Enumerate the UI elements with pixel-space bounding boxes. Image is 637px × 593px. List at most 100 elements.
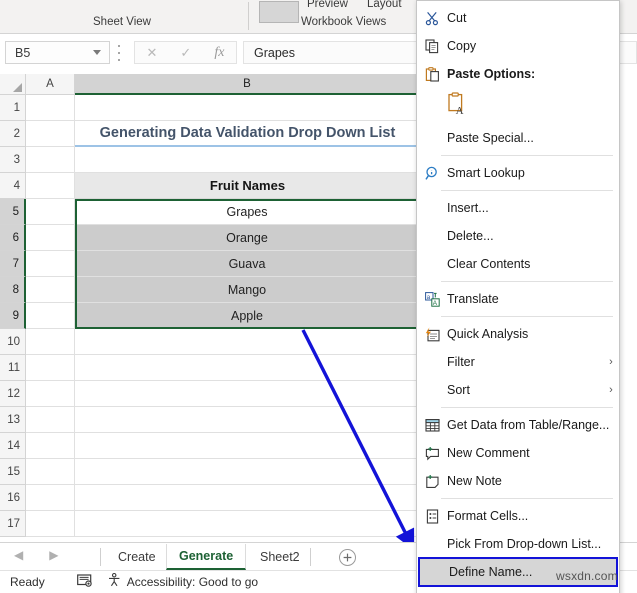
cell-a13[interactable] [26,407,75,433]
cell-context-menu[interactable]: Cut Copy Paste Options: A Paste Special.… [416,0,620,593]
row-header-3[interactable]: 3 [0,147,26,173]
cell-b17[interactable] [75,511,420,537]
row-header-8[interactable]: 8 [0,277,26,303]
cell-b10[interactable] [75,329,420,355]
cell-a12[interactable] [26,381,75,407]
select-all-corner[interactable] [0,74,26,95]
context-menu-item-copy[interactable]: Copy [417,32,619,60]
fx-icon[interactable]: fx [214,45,224,60]
context-menu-label-delete: Delete... [447,229,494,243]
ribbon-preview-label[interactable]: Preview [307,0,348,10]
ribbon-layout-label[interactable]: Layout [367,0,402,10]
page-break-preview-button[interactable] [259,1,299,23]
row-header-13[interactable]: 13 [0,407,26,433]
row-header-16[interactable]: 16 [0,485,26,511]
context-menu-item-format-cells[interactable]: Format Cells... [417,502,619,530]
context-menu-label-clear-contents: Clear Contents [447,257,531,271]
cell-a5[interactable] [26,199,75,225]
context-menu-item-link[interactable]: Link › [417,586,619,593]
cell-a3[interactable] [26,147,75,173]
cell-b16[interactable] [75,485,420,511]
column-header-a[interactable]: A [26,74,75,95]
context-menu-item-cut[interactable]: Cut [417,4,619,32]
context-menu-item-paste-special[interactable]: Paste Special... [417,124,619,152]
row-header-1[interactable]: 1 [0,95,26,121]
sheet-tab-create[interactable]: Create [106,544,168,570]
paste-text-icon[interactable]: A [447,91,469,121]
cell-b1[interactable] [75,95,420,121]
cell-a1[interactable] [26,95,75,121]
accessibility-status-text[interactable]: Accessibility: Good to go [127,575,258,589]
context-menu-item-translate[interactable]: a A Translate [417,285,619,313]
row-header-5[interactable]: 5 [0,199,26,225]
context-menu-item-new-comment[interactable]: New Comment [417,439,619,467]
context-menu-item-filter[interactable]: Filter › [417,348,619,376]
context-menu-separator-5 [441,407,613,408]
column-header-b[interactable]: B [75,74,420,95]
row-header-6[interactable]: 6 [0,225,26,251]
macro-record-icon[interactable] [76,573,93,591]
context-menu-item-clear-contents[interactable]: Clear Contents [417,250,619,278]
cell-a11[interactable] [26,355,75,381]
cell-a7[interactable] [26,251,75,277]
context-menu-item-get-data-from-table[interactable]: Get Data from Table/Range... [417,411,619,439]
row-header-17[interactable]: 17 [0,511,26,537]
close-icon[interactable]: ✕ [147,46,158,59]
row-header-12[interactable]: 12 [0,381,26,407]
context-menu-item-pick-from-dropdown[interactable]: Pick From Drop-down List... [417,530,619,558]
cell-a8[interactable] [26,277,75,303]
add-sheet-button[interactable] [339,549,356,566]
cell-b6[interactable]: Orange [75,225,420,251]
cell-b9[interactable]: Apple [75,303,420,329]
comment-plus-icon [417,439,447,467]
cell-a2[interactable] [26,121,75,147]
cell-a6[interactable] [26,225,75,251]
cell-b12[interactable] [75,381,420,407]
cell-b2-title[interactable]: Generating Data Validation Drop Down Lis… [75,121,420,147]
cell-a16[interactable] [26,485,75,511]
row-header-10[interactable]: 10 [0,329,26,355]
context-menu-label-new-note: New Note [447,474,502,488]
cell-a10[interactable] [26,329,75,355]
formula-bar-more-icon[interactable] [117,45,121,61]
cell-a14[interactable] [26,433,75,459]
cell-b13[interactable] [75,407,420,433]
cell-b8[interactable]: Mango [75,277,420,303]
sheet-tab-sheet2[interactable]: Sheet2 [248,544,312,570]
context-menu-item-sort[interactable]: Sort › [417,376,619,404]
cell-a15[interactable] [26,459,75,485]
check-icon[interactable]: ✓ [180,46,191,59]
pick-dropdown-icon-slot [417,530,447,558]
cell-a4[interactable] [26,173,75,199]
chevron-right-icon[interactable]: ▶ [49,549,58,561]
cell-b7[interactable]: Guava [75,251,420,277]
sheet-tab-generate[interactable]: Generate [166,544,247,570]
row-header-9[interactable]: 9 [0,303,26,329]
context-menu-item-quick-analysis[interactable]: Quick Analysis [417,320,619,348]
cell-b15[interactable] [75,459,420,485]
copy-icon [417,32,447,60]
chevron-down-icon[interactable] [93,50,101,55]
row-header-4[interactable]: 4 [0,173,26,199]
name-box[interactable]: B5 [5,41,110,64]
context-menu-item-new-note[interactable]: New Note [417,467,619,495]
cell-b14[interactable] [75,433,420,459]
cell-b4-header[interactable]: Fruit Names [75,173,420,199]
row-header-14[interactable]: 14 [0,433,26,459]
context-menu-item-smart-lookup[interactable]: Smart Lookup [417,159,619,187]
cell-b11[interactable] [75,355,420,381]
cell-b3[interactable] [75,147,420,173]
context-menu-separator-6 [441,498,613,499]
row-header-15[interactable]: 15 [0,459,26,485]
row-header-7[interactable]: 7 [0,251,26,277]
row-header-11[interactable]: 11 [0,355,26,381]
cell-b5[interactable]: Grapes [75,199,420,225]
context-menu-paste-gallery: A [417,88,619,124]
cell-a17[interactable] [26,511,75,537]
context-menu-item-insert[interactable]: Insert... [417,194,619,222]
context-menu-item-delete[interactable]: Delete... [417,222,619,250]
row-header-2[interactable]: 2 [0,121,26,147]
chevron-left-icon[interactable]: ◀ [14,549,23,561]
cell-a9[interactable] [26,303,75,329]
accessibility-icon[interactable] [107,572,122,592]
